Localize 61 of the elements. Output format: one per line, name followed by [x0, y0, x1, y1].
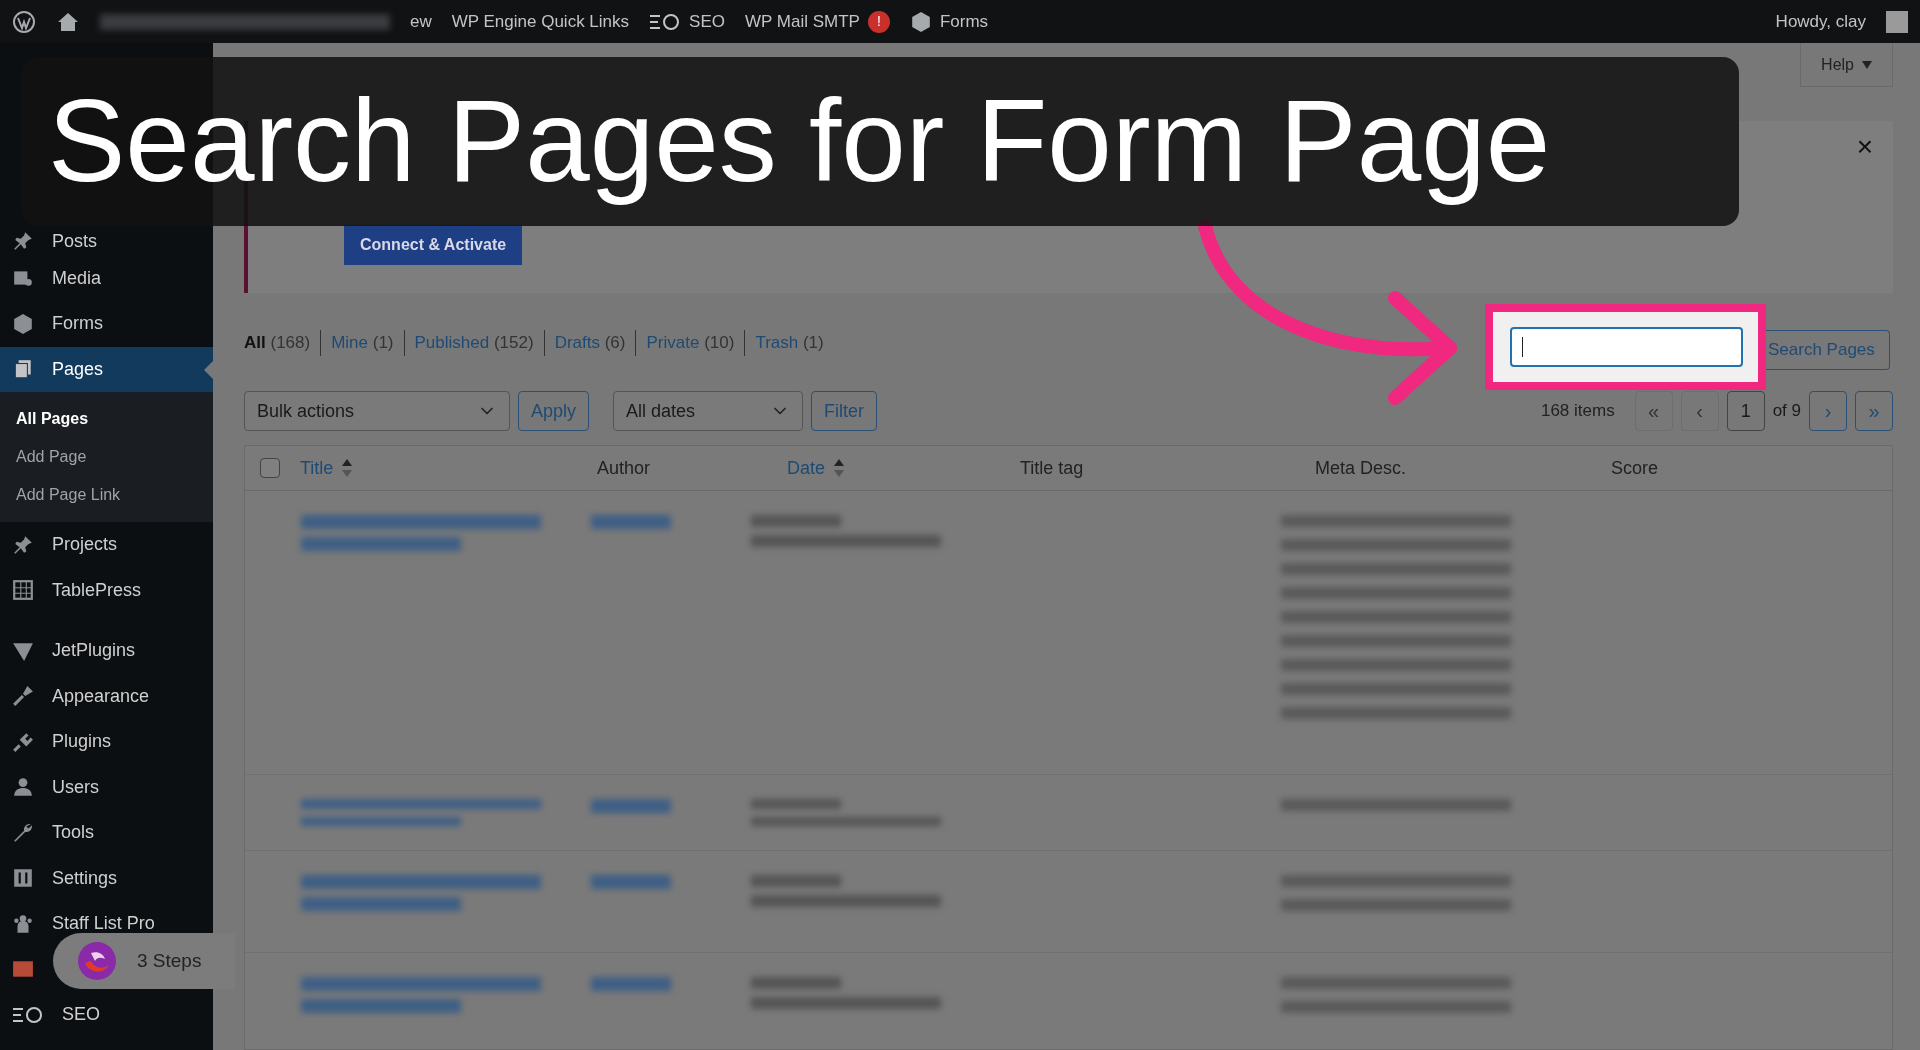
brush-icon — [12, 685, 34, 708]
close-button[interactable]: × — [1856, 133, 1873, 161]
sidebar-item[interactable]: Plugins — [0, 719, 213, 765]
sidebar-item[interactable]: Users — [0, 764, 213, 810]
admin-bar-link[interactable]: ew — [410, 8, 432, 35]
home-icon[interactable] — [56, 10, 80, 33]
steps-label: 3 Steps — [137, 948, 202, 973]
people-icon — [12, 912, 34, 935]
sidebar-item[interactable]: JetPlugins — [0, 628, 213, 674]
pin-icon — [12, 230, 34, 253]
wrench-icon — [12, 821, 34, 844]
sidebar-item[interactable]: Appearance — [0, 673, 213, 719]
sidebar-item[interactable]: Forms — [0, 301, 213, 347]
filter-link[interactable]: All (168) — [244, 330, 311, 356]
avatar[interactable] — [1886, 10, 1908, 33]
seo-icon — [649, 12, 682, 31]
help-button[interactable]: Help — [1800, 43, 1893, 87]
sidebar-item[interactable]: Pages — [0, 346, 213, 392]
page-total: of 9 — [1772, 400, 1801, 423]
connect-activate-button[interactable]: Connect & Activate — [344, 225, 523, 265]
seo-icon — [12, 1005, 44, 1024]
sidebar-item[interactable]: Settings — [0, 855, 213, 901]
forms-icon — [909, 10, 932, 33]
search-field[interactable] — [1510, 327, 1743, 367]
admin-bar-link[interactable]: SEO — [649, 8, 725, 35]
caption-text: Search Pages for Form Page — [48, 75, 1551, 208]
steps-toast[interactable]: 3 Steps — [53, 933, 235, 989]
admin-bar-link[interactable]: WP Mail SMTP ! — [744, 8, 890, 35]
pages-icon — [12, 358, 34, 381]
sidebar-item[interactable]: SEO — [0, 992, 213, 1038]
plug-icon — [12, 730, 34, 753]
sidebar-item[interactable]: Tools — [0, 810, 213, 856]
date-select[interactable]: All dates — [613, 391, 804, 431]
page-number-field[interactable]: 1 — [1726, 391, 1765, 431]
greeting[interactable]: Howdy, clay — [1775, 8, 1866, 35]
column-header: Title tag — [1020, 456, 1084, 480]
user-icon — [12, 776, 34, 799]
submenu-item[interactable]: Add Page Link — [0, 476, 213, 514]
wordpress-logo-icon[interactable] — [12, 9, 36, 34]
admin-bar-link[interactable]: WP Engine Quick Links — [451, 8, 630, 35]
sidebar-item[interactable]: Projects — [0, 522, 213, 568]
submenu-item[interactable]: Add Page — [0, 438, 213, 476]
bulk-actions-select[interactable]: Bulk actions — [244, 391, 510, 431]
bird-logo-icon — [77, 941, 117, 981]
sidebar-item[interactable]: Posts — [0, 227, 213, 256]
current-pointer-icon — [204, 360, 213, 379]
sliders-icon — [12, 867, 34, 890]
forms-icon — [12, 312, 34, 335]
pin-icon — [12, 533, 34, 556]
item-count: 168 items — [1540, 400, 1615, 423]
column-header: Meta Desc. — [1315, 456, 1407, 480]
column-header: Score — [1611, 456, 1659, 480]
table-icon — [12, 579, 34, 602]
triangle-down-icon — [1862, 60, 1872, 69]
admin-bar-link[interactable]: Forms — [909, 8, 989, 35]
sidebar-item[interactable]: Media — [0, 255, 213, 301]
select-all-checkbox[interactable] — [260, 458, 280, 478]
column-header: Author — [597, 456, 651, 480]
sidebar-item[interactable]: TablePress — [0, 567, 213, 613]
submenu-item[interactable]: All Pages — [0, 400, 213, 438]
alert-badge: ! — [867, 10, 890, 33]
